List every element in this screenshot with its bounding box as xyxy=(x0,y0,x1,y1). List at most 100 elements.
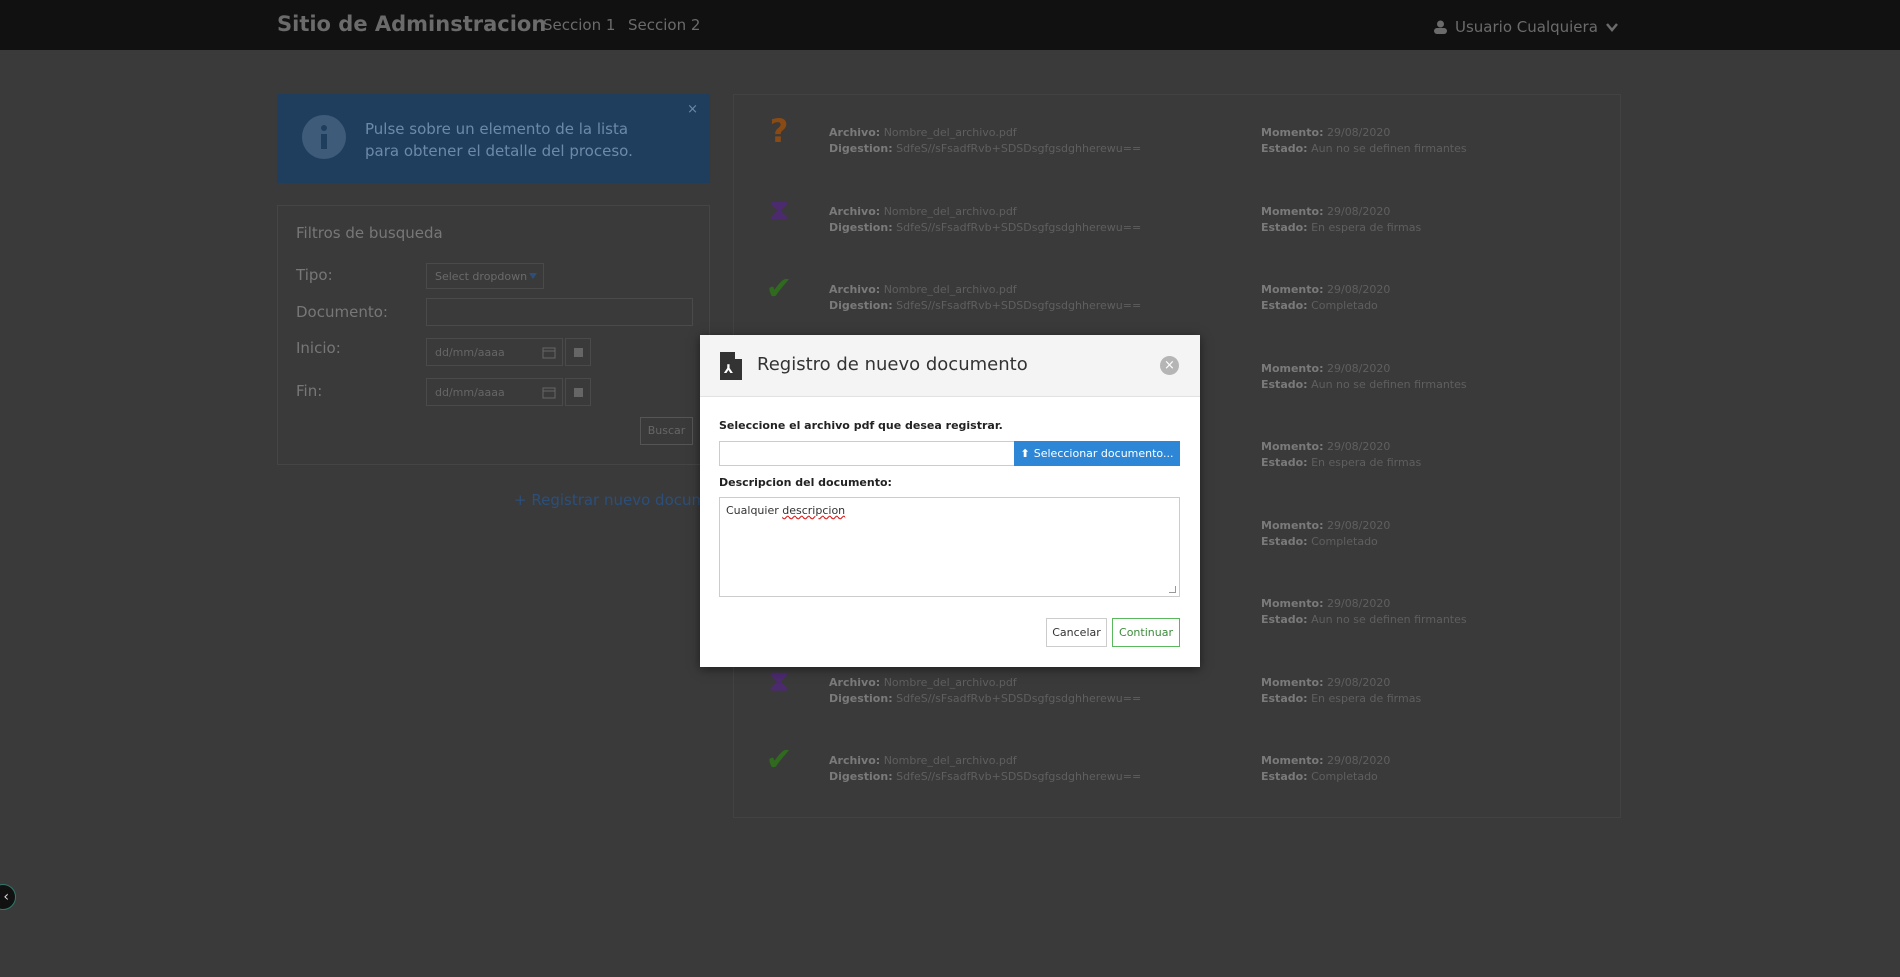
fin-calendar-button[interactable] xyxy=(565,378,591,406)
brand-title[interactable]: Sitio de Adminstracion xyxy=(277,12,546,36)
archivo-line: Archivo: Nombre_del_archivo.pdf xyxy=(829,126,1017,139)
user-icon xyxy=(1434,20,1447,34)
file-select-label: Seleccione el archivo pdf que desea regi… xyxy=(719,419,1003,432)
select-document-label: Seleccionar documento... xyxy=(1033,447,1174,460)
digestion-value: SdfeS//sFsadfRvb+SDSDsgfgsdghherewu== xyxy=(896,770,1142,783)
estado-value: Aun no se definen firmantes xyxy=(1311,613,1467,626)
momento-key: Momento: xyxy=(1261,283,1324,296)
momento-value: 29/08/2020 xyxy=(1326,675,1391,689)
modal-title: Registro de nuevo documento xyxy=(757,354,1028,375)
archivo-key: Archivo: xyxy=(829,754,881,767)
pdf-file-icon: ⅄ xyxy=(720,352,742,380)
estado-line: Estado: En espera de firmas xyxy=(1261,692,1421,705)
estado-key: Estado: xyxy=(1261,377,1308,391)
momento-line: Momento: 29/08/2020 xyxy=(1261,440,1390,453)
estado-line: Estado: En espera de firmas xyxy=(1261,221,1421,234)
buscar-button[interactable]: Buscar xyxy=(640,417,693,445)
modal-close-icon[interactable]: × xyxy=(1160,356,1179,375)
question-icon: ? xyxy=(769,112,789,150)
estado-value: Aun no se definen firmantes xyxy=(1311,142,1467,155)
archivo-key: Archivo: xyxy=(829,204,881,218)
momento-value: 29/08/2020 xyxy=(1326,597,1391,610)
archivo-value: Nombre_del_archivo.pdf xyxy=(883,204,1017,218)
user-menu[interactable]: Usuario Cualquiera xyxy=(1434,18,1618,36)
inicio-date-input[interactable]: dd/mm/aaaa xyxy=(426,338,563,366)
estado-key: Estado: xyxy=(1261,299,1308,312)
list-item[interactable]: ✔ Archivo: Nombre_del_archivo.pdf Digestio… xyxy=(734,252,1622,330)
list-item[interactable]: ⧗ Archivo: Nombre_del_archivo.pdf Digestio… xyxy=(734,174,1622,252)
documento-input[interactable] xyxy=(426,298,693,326)
description-textarea[interactable]: Cualquier descripcion xyxy=(719,497,1180,597)
momento-key: Momento: xyxy=(1261,518,1324,532)
digestion-key: Digestion: xyxy=(829,691,893,705)
tipo-label: Tipo: xyxy=(296,266,333,284)
inicio-calendar-button[interactable] xyxy=(565,338,591,366)
digestion-line: Digestion: SdfeS//sFsadfRvb+SDSDsgfgsdgh… xyxy=(829,221,1141,234)
digestion-value: SdfeS//sFsadfRvb+SDSDsgfgsdghherewu== xyxy=(896,142,1142,155)
estado-value: Completado xyxy=(1311,770,1378,783)
digestion-line: Digestion: SdfeS//sFsadfRvb+SDSDsgfgsdgh… xyxy=(829,299,1141,312)
file-path-input[interactable] xyxy=(719,441,1015,466)
estado-line: Estado: Aun no se definen firmantes xyxy=(1261,142,1467,155)
calendar-icon[interactable] xyxy=(542,346,556,359)
estado-value: Completado xyxy=(1311,299,1378,312)
top-navbar: Sitio de Adminstracion Seccion 1 Seccion… xyxy=(0,0,1900,50)
archivo-value: Nombre_del_archivo.pdf xyxy=(883,126,1017,139)
estado-line: Estado: Completado xyxy=(1261,299,1378,312)
archivo-value: Nombre_del_archivo.pdf xyxy=(883,283,1017,296)
info-close-icon[interactable]: × xyxy=(687,102,698,117)
momento-key: Momento: xyxy=(1261,754,1324,767)
documento-label: Documento: xyxy=(296,303,388,321)
continue-button[interactable]: Continuar xyxy=(1112,618,1180,647)
select-document-button[interactable]: ⬆ Seleccionar documento... xyxy=(1014,441,1180,466)
momento-key: Momento: xyxy=(1261,361,1324,375)
archivo-line: Archivo: Nombre_del_archivo.pdf xyxy=(829,283,1017,296)
description-text-2: descripcion xyxy=(782,504,846,517)
cancel-button[interactable]: Cancelar xyxy=(1046,618,1107,647)
momento-value: 29/08/2020 xyxy=(1326,518,1391,532)
list-item[interactable]: ? Archivo: Nombre_del_archivo.pdf Digestio… xyxy=(734,95,1622,173)
archivo-value: Nombre_del_archivo.pdf xyxy=(883,675,1017,689)
momento-key: Momento: xyxy=(1261,597,1324,610)
momento-key: Momento: xyxy=(1261,440,1324,453)
resize-handle[interactable] xyxy=(1169,586,1176,593)
momento-value: 29/08/2020 xyxy=(1326,126,1391,139)
momento-key: Momento: xyxy=(1261,126,1324,139)
info-text: Pulse sobre un elemento de la lista para… xyxy=(365,120,633,160)
description-label: Descripcion del documento: xyxy=(719,476,892,489)
estado-key: Estado: xyxy=(1261,691,1308,705)
tipo-dropdown[interactable]: Select dropdown xyxy=(426,263,544,289)
estado-key: Estado: xyxy=(1261,534,1308,548)
fin-label: Fin: xyxy=(296,382,323,400)
nav-link-seccion-2[interactable]: Seccion 2 xyxy=(628,16,700,34)
floating-toggle-button[interactable]: ‹ xyxy=(0,884,16,910)
estado-value: Completado xyxy=(1311,534,1378,548)
estado-key: Estado: xyxy=(1261,142,1308,155)
archivo-line: Archivo: Nombre_del_archivo.pdf xyxy=(829,205,1017,218)
filters-title: Filtros de busqueda xyxy=(296,224,443,242)
archivo-line: Archivo: Nombre_del_archivo.pdf xyxy=(829,754,1017,767)
inicio-label: Inicio: xyxy=(296,339,341,357)
chevron-down-icon xyxy=(1605,22,1618,32)
fin-date-input[interactable]: dd/mm/aaaa xyxy=(426,378,563,406)
momento-value: 29/08/2020 xyxy=(1326,440,1391,453)
archivo-key: Archivo: xyxy=(829,126,881,139)
dropdown-caret-icon xyxy=(529,273,537,279)
calendar-icon[interactable] xyxy=(542,386,556,399)
check-icon: ✔ xyxy=(765,269,793,307)
archivo-line: Archivo: Nombre_del_archivo.pdf xyxy=(829,676,1017,689)
estado-value: En espera de firmas xyxy=(1311,456,1422,469)
momento-value: 29/08/2020 xyxy=(1326,283,1391,296)
nav-link-seccion-1[interactable]: Seccion 1 xyxy=(543,16,615,34)
fin-date-placeholder: dd/mm/aaaa xyxy=(435,386,505,399)
user-name: Usuario Cualquiera xyxy=(1455,18,1598,36)
tipo-dropdown-value: Select dropdown xyxy=(435,270,528,283)
list-item[interactable]: ✔ Archivo: Nombre_del_archivo.pdf Digestio… xyxy=(734,723,1622,801)
archivo-value: Nombre_del_archivo.pdf xyxy=(883,754,1017,767)
momento-key: Momento: xyxy=(1261,204,1324,218)
momento-value: 29/08/2020 xyxy=(1326,754,1391,767)
momento-key: Momento: xyxy=(1261,675,1324,689)
momento-line: Momento: 29/08/2020 xyxy=(1261,597,1390,610)
digestion-key: Digestion: xyxy=(829,142,893,155)
digestion-value: SdfeS//sFsadfRvb+SDSDsgfgsdghherewu== xyxy=(896,299,1142,312)
